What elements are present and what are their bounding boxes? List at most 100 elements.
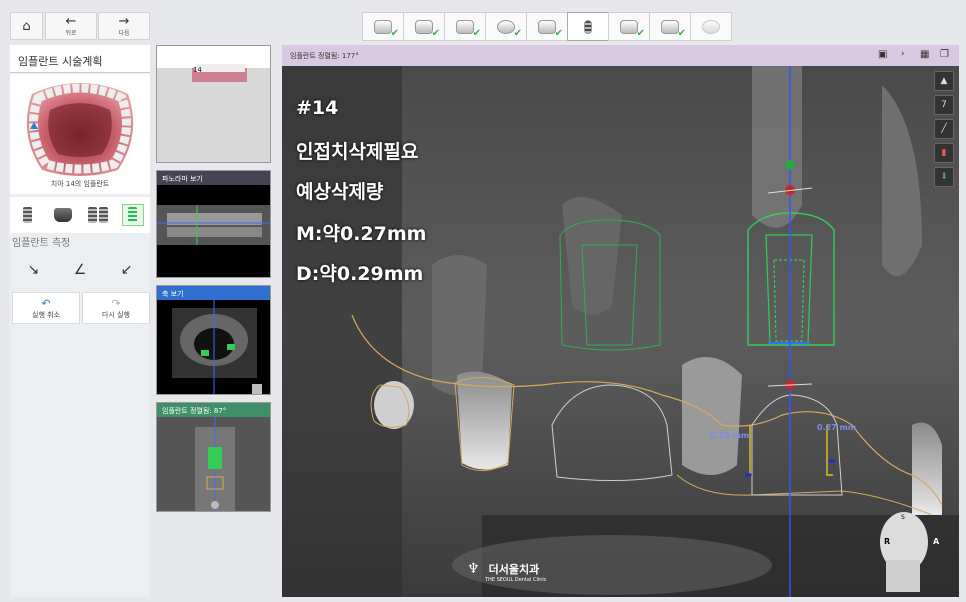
density-measure-button[interactable]: ↙	[116, 259, 138, 281]
tooth-3d-icon: ▲	[940, 76, 948, 86]
orientation-s-label: S	[901, 514, 905, 521]
check-icon: ✔	[554, 28, 563, 39]
back-button[interactable]: ← 뒤로	[45, 12, 97, 40]
jaw-model-icon	[26, 83, 134, 176]
view-3d-tool[interactable]: ▲	[934, 71, 954, 91]
angle-icon: ∠	[73, 262, 87, 278]
data-import-icon	[415, 19, 433, 34]
thumb-panorama[interactable]: 파노라마 보기	[156, 170, 271, 278]
redo-button[interactable]: ↷ 다시 실행	[82, 292, 150, 324]
number-icon: 7	[941, 100, 947, 110]
orientation-head-icon	[252, 384, 262, 394]
layout-grid-icon[interactable]: ▦	[920, 49, 929, 60]
check-icon: ✔	[513, 28, 522, 39]
abutment-icon	[53, 208, 72, 222]
tooth-number-label: 14	[193, 66, 202, 74]
redo-label: 다시 실행	[102, 310, 130, 319]
measure-right-label: 0.27 mm	[817, 423, 857, 432]
measure-tool-row: ↘ ∠ ↙	[10, 250, 150, 290]
step-nerve-tracing[interactable]: ✔	[444, 12, 486, 41]
logo-sub: THE SEOUL Dental Clinic	[485, 577, 547, 583]
implant-select-button[interactable]	[17, 204, 39, 226]
next-button[interactable]: → 다음	[98, 12, 150, 40]
undo-button[interactable]: ↶ 실행 취소	[12, 292, 80, 324]
download-icon: ⬇	[940, 172, 948, 182]
angle-measure-button[interactable]: ∠	[69, 259, 91, 281]
thumb-3d-view[interactable]: 14	[156, 45, 271, 163]
check-icon: ✔	[390, 28, 399, 39]
implant-icon	[23, 207, 32, 223]
measure-left-label: 0.29 mm	[710, 431, 750, 440]
step-arch[interactable]: ✔	[526, 12, 568, 41]
implant-view-title: 임플란트 정렬됨: 87°	[157, 403, 270, 417]
implant-pair-button[interactable]	[87, 204, 109, 226]
distance-icon: ↘	[27, 262, 40, 278]
check-icon: ✔	[431, 28, 440, 39]
axial-image	[172, 300, 262, 394]
measure-section-title: 임플란트 측정	[12, 238, 71, 249]
implant-pair-icon	[87, 207, 97, 223]
ct-image	[282, 66, 959, 597]
overlay-line-1: #14	[296, 97, 339, 119]
panorama-image	[157, 205, 270, 245]
abutment-button[interactable]	[52, 204, 74, 226]
implant-red-icon: ▮	[941, 148, 947, 158]
clinic-logo: ♆ 더서울치과 THE SEOUL Dental Clinic	[467, 558, 547, 583]
next-label: 다음	[118, 30, 130, 37]
view-header-text: 임플란트 정렬됨: 177°	[290, 52, 359, 60]
ct-scan-icon	[374, 19, 392, 34]
logo-name: 더서울치과	[488, 563, 540, 576]
overlay-line-2: 인접치삭제필요	[296, 141, 419, 163]
implant-highlight-button[interactable]	[121, 204, 144, 226]
window-restore-icon[interactable]: ❐	[940, 49, 949, 60]
undo-icon: ↶	[41, 296, 51, 310]
home-icon: ⌂	[22, 18, 31, 34]
main-cross-section-view[interactable]: 임플란트 정렬됨: 177° ▣ › ▦ ❐ #14 인접치삭제필요 예상삭제량…	[282, 45, 959, 597]
step-crown[interactable]: ✔	[485, 12, 527, 41]
panel-title: 임플란트 시술계획	[10, 45, 150, 73]
implant-icon	[584, 19, 592, 34]
nerve-tracing-icon	[456, 19, 474, 34]
jaw-model-view[interactable]	[10, 74, 150, 194]
thumb-implant-view[interactable]: 임플란트 정렬됨: 87°	[156, 402, 271, 512]
chevron-right-icon[interactable]: ›	[901, 49, 905, 59]
check-icon: ✔	[472, 28, 481, 39]
step-implant[interactable]	[567, 12, 609, 41]
camera-icon[interactable]: ▣	[878, 49, 887, 60]
step-export[interactable]	[690, 12, 732, 41]
redo-icon: ↷	[111, 296, 121, 310]
arch-icon	[538, 19, 556, 34]
export-tool[interactable]: ⬇	[934, 167, 954, 187]
implant-view-image	[157, 417, 270, 511]
panorama-title: 파노라마 보기	[157, 171, 270, 185]
arrow-right-icon: →	[118, 14, 130, 29]
back-label: 뒤로	[65, 30, 77, 37]
home-button[interactable]: ⌂	[10, 12, 43, 40]
axial-title: 축 보기	[157, 286, 270, 300]
step-sleeve[interactable]: ✔	[608, 12, 650, 41]
view-header: 임플란트 정렬됨: 177° ▣ › ▦ ❐	[282, 45, 959, 66]
step-ct-scan[interactable]: ✔	[362, 12, 404, 41]
ruler-tool[interactable]: ╱	[934, 119, 954, 139]
overlay-line-4: M:약0.27mm	[296, 223, 427, 245]
implant-tool-row	[10, 197, 150, 233]
workflow-steps: ✔ ✔ ✔ ✔ ✔ ✔ ✔	[362, 12, 732, 41]
thumb-axial[interactable]: 축 보기	[156, 285, 271, 395]
check-icon: ✔	[677, 28, 686, 39]
step-data-import[interactable]: ✔	[403, 12, 445, 41]
overlay-line-3: 예상삭제량	[296, 181, 384, 203]
model-caption: 치아 14의 임플란트	[50, 180, 110, 188]
density-icon: ↙	[120, 262, 133, 278]
orientation-a-label: A	[933, 537, 940, 546]
handle-top-icon	[785, 160, 795, 170]
guide-icon	[661, 19, 679, 34]
crown-icon	[497, 19, 515, 34]
distance-measure-button[interactable]: ↘	[22, 259, 44, 281]
sleeve-icon	[620, 19, 638, 34]
implant-tool[interactable]: ▮	[934, 143, 954, 163]
tooth-number-tool[interactable]: 7	[934, 95, 954, 115]
step-guide[interactable]: ✔	[649, 12, 691, 41]
left-panel: 임플란트 시술계획 치아 14의 임플란트 임플란트 측정 ↘ ∠ ↙ ↶ 실행…	[10, 45, 150, 597]
tooth-logo-icon: ♆	[467, 561, 480, 577]
implant-green-icon	[128, 207, 137, 223]
